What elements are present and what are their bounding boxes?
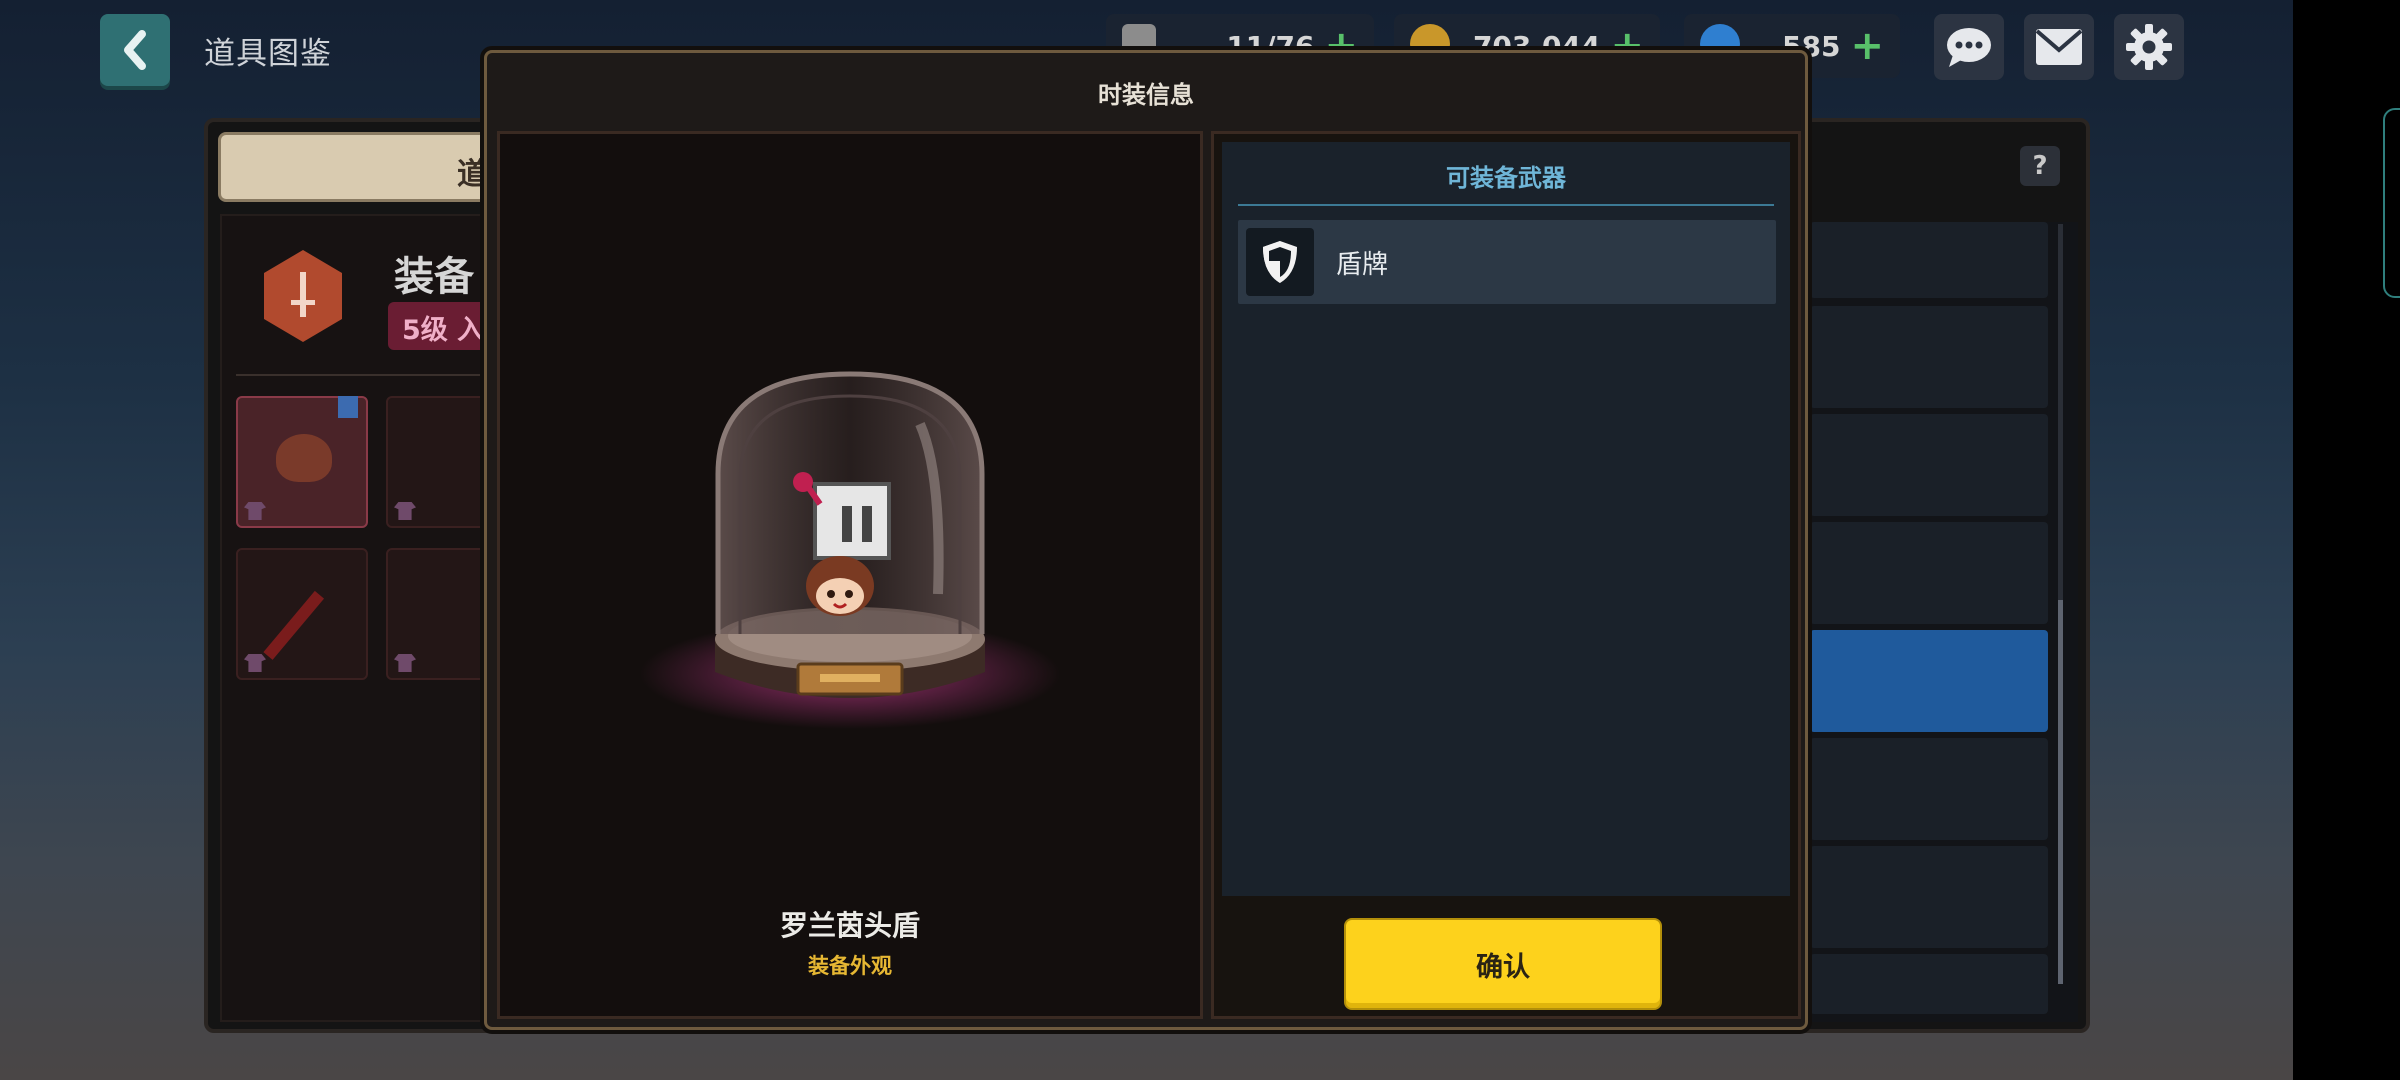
sword-icon	[263, 590, 325, 660]
list-item[interactable]	[1810, 522, 2048, 624]
costume-name: 罗兰茵头盾	[779, 909, 920, 942]
outfit-icon	[394, 654, 416, 672]
item-slot[interactable]	[386, 548, 486, 680]
help-button[interactable]: ?	[2020, 146, 2060, 186]
list-item[interactable]	[1810, 846, 2048, 948]
list-item[interactable]	[1810, 738, 2048, 840]
side-handle[interactable]	[2383, 108, 2400, 298]
category-heading: 装备	[394, 254, 474, 300]
chat-button[interactable]	[1934, 14, 2004, 80]
sword-icon	[291, 272, 315, 317]
game-background: 道具图鉴 11/76 + 703,044 + 585 + 道 装备 5级 入 ?…	[0, 0, 2293, 1080]
item-slot[interactable]	[386, 396, 486, 528]
costume-display-image	[640, 371, 1060, 729]
outfit-icon	[394, 502, 416, 520]
gear-icon	[2126, 24, 2172, 70]
page-title: 道具图鉴	[204, 36, 332, 72]
back-button[interactable]	[100, 14, 170, 86]
costume-info-dialog: 时装信息 罗兰茵头盾 装备外观 可装备武器 盾牌 确认	[484, 50, 1808, 1030]
scrollbar-thumb[interactable]	[2058, 600, 2063, 984]
list-item[interactable]	[1810, 222, 2048, 298]
weapons-list-box: 可装备武器 盾牌	[1222, 142, 1790, 896]
chevron-left-icon	[124, 30, 146, 70]
outfit-icon	[244, 654, 266, 672]
weapons-title: 可装备武器	[1446, 164, 1566, 192]
confirm-button[interactable]: 确认	[1344, 918, 1662, 1010]
divider	[1238, 204, 1774, 206]
mail-icon	[2035, 29, 2083, 65]
divider	[236, 374, 506, 376]
dialog-title: 时装信息	[1098, 81, 1194, 109]
add-gem-icon[interactable]: +	[1850, 23, 1884, 69]
settings-button[interactable]	[2114, 14, 2184, 80]
list-item[interactable]	[1810, 630, 2048, 732]
list-item[interactable]	[1810, 414, 2048, 516]
costume-preview-pane: 罗兰茵头盾 装备外观	[497, 131, 1203, 1019]
item-slot[interactable]	[236, 396, 368, 528]
weapon-name: 盾牌	[1336, 250, 1389, 280]
outfit-icon	[244, 502, 266, 520]
item-slot[interactable]	[236, 548, 368, 680]
bookmark-icon	[338, 396, 358, 418]
chat-icon	[1947, 28, 1991, 67]
level-badge: 5级 入	[388, 302, 488, 350]
list-item[interactable]	[1810, 954, 2048, 1014]
mail-button[interactable]	[2024, 14, 2094, 80]
tab-items[interactable]: 道	[218, 132, 518, 202]
shield-icon	[1246, 228, 1314, 296]
equippable-weapons-pane: 可装备武器 盾牌 确认	[1211, 131, 1801, 1019]
character-face-icon	[276, 434, 332, 482]
list-item[interactable]	[1810, 306, 2048, 408]
costume-type: 装备外观	[808, 954, 892, 978]
weapon-list-item[interactable]: 盾牌	[1238, 220, 1776, 304]
